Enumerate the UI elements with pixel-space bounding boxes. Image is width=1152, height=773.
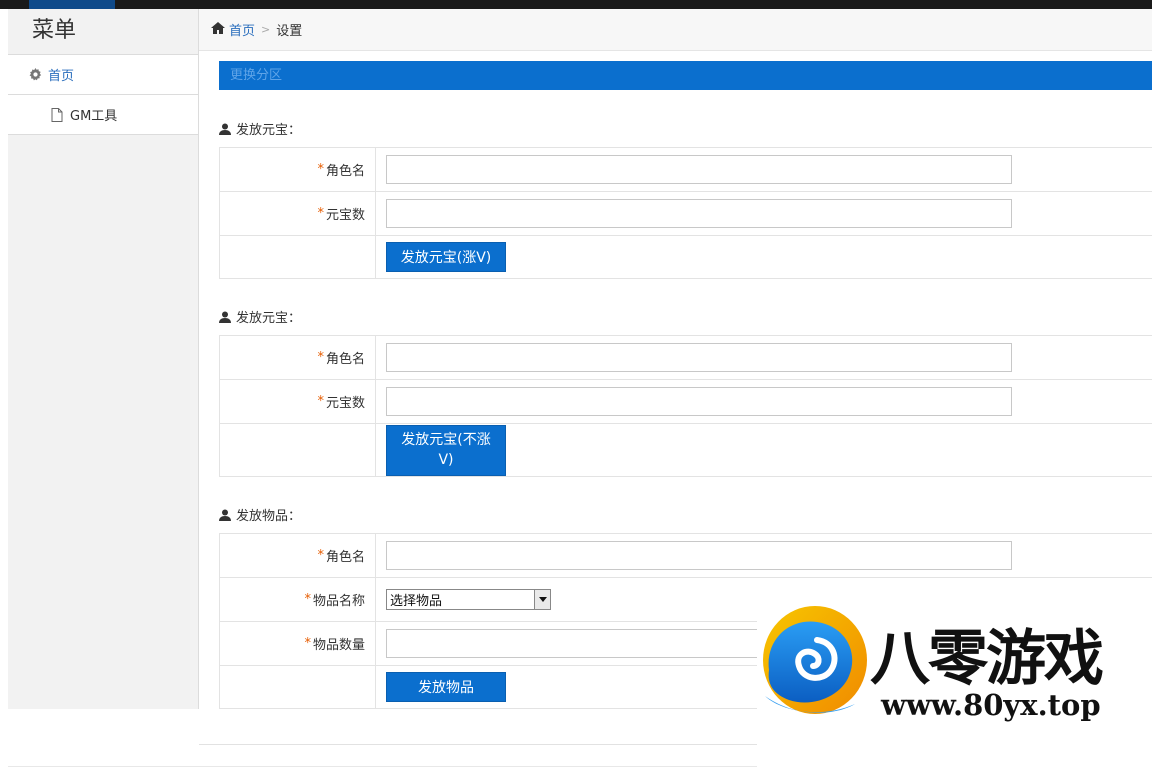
section-title: 发放元宝： <box>219 307 301 326</box>
field-label-text: 物品数量 <box>312 638 365 653</box>
home-icon[interactable] <box>211 21 225 38</box>
empty-label-cell <box>220 236 376 278</box>
form-row: * 角色名 <box>220 148 1152 192</box>
give-yuanbao-novip-button[interactable]: 发放元宝(不涨V) <box>386 424 506 476</box>
field-label-text: 元宝数 <box>325 208 365 223</box>
give-yuanbao-novip-form: * 角色名 * 元宝数 发放元宝(不涨V) <box>219 335 1152 477</box>
sidebar: 菜单 首页 GM工具 <box>8 9 199 709</box>
user-icon <box>219 311 231 323</box>
required-mark: * <box>304 592 311 607</box>
field-label: * 物品名称 <box>220 578 376 621</box>
field-label-text: 角色名 <box>325 164 365 179</box>
watermark-logo: 八零游戏 www.80yx.top <box>757 596 1152 773</box>
required-mark: * <box>317 206 324 221</box>
give-yuanbao-vip-form: * 角色名 * 元宝数 发放元宝(涨V) <box>219 147 1152 279</box>
give-item-button[interactable]: 发放物品 <box>386 672 506 702</box>
field-label: * 角色名 <box>220 148 376 191</box>
sidebar-title: 菜单 <box>8 9 198 55</box>
field-label-text: 角色名 <box>325 550 365 565</box>
form-row: 发放元宝(涨V) <box>220 236 1152 278</box>
breadcrumb-home-link[interactable]: 首页 <box>229 20 255 39</box>
role-name-input[interactable] <box>386 541 1012 570</box>
sidebar-item-home[interactable]: 首页 <box>8 55 198 95</box>
field-label-text: 角色名 <box>325 352 365 367</box>
empty-label-cell <box>220 666 376 708</box>
divider <box>199 744 759 745</box>
form-row: * 元宝数 <box>220 192 1152 236</box>
field-label: * 元宝数 <box>220 380 376 423</box>
form-row: * 元宝数 <box>220 380 1152 424</box>
chevron-right-icon: > <box>261 23 271 36</box>
item-name-select-value: 选择物品 <box>390 594 443 609</box>
top-bar <box>0 0 1152 9</box>
swirl-logo-icon <box>763 606 867 714</box>
field-label: * 元宝数 <box>220 192 376 235</box>
field-label: * 角色名 <box>220 336 376 379</box>
field-label: * 角色名 <box>220 534 376 577</box>
form-row: * 角色名 <box>220 534 1152 578</box>
section-title: 发放元宝： <box>219 119 301 138</box>
gear-icon <box>28 68 42 82</box>
user-icon <box>219 123 231 135</box>
required-mark: * <box>317 350 324 365</box>
yuanbao-amount-input[interactable] <box>386 199 1012 228</box>
required-mark: * <box>317 162 324 177</box>
file-icon <box>50 107 64 122</box>
form-row: * 角色名 <box>220 336 1152 380</box>
user-icon <box>219 509 231 521</box>
role-name-input[interactable] <box>386 343 1012 372</box>
sidebar-item-label: GM工具 <box>70 109 118 124</box>
dropdown-arrow-icon[interactable] <box>534 590 550 609</box>
sidebar-item-label: 首页 <box>48 69 75 84</box>
watermark-url: www.80yx.top <box>881 688 1101 722</box>
field-label-text: 元宝数 <box>325 396 365 411</box>
required-mark: * <box>304 636 311 651</box>
switch-server-bar[interactable]: 更换分区 <box>219 61 1152 90</box>
role-name-input[interactable] <box>386 155 1012 184</box>
divider <box>8 766 758 767</box>
give-yuanbao-vip-button[interactable]: 发放元宝(涨V) <box>386 242 506 272</box>
field-label-text: 物品名称 <box>312 594 365 609</box>
breadcrumb-current: 设置 <box>276 24 303 39</box>
empty-label-cell <box>220 424 376 476</box>
watermark-name: 八零游戏 <box>870 624 1104 694</box>
required-mark: * <box>317 548 324 563</box>
yuanbao-amount-input[interactable] <box>386 387 1012 416</box>
item-name-select[interactable]: 选择物品 <box>386 589 551 610</box>
required-mark: * <box>317 394 324 409</box>
section-title-text: 发放元宝： <box>236 123 302 138</box>
sidebar-item-gm-tools[interactable]: GM工具 <box>8 95 198 135</box>
top-bar-active-tab[interactable] <box>29 0 115 9</box>
field-label: * 物品数量 <box>220 622 376 665</box>
breadcrumb: 首页 > 设置 <box>199 9 1152 51</box>
form-row: 发放元宝(不涨V) <box>220 424 1152 476</box>
section-title-text: 发放物品： <box>236 509 302 524</box>
section-title-text: 发放元宝： <box>236 311 302 326</box>
section-title: 发放物品： <box>219 505 301 524</box>
